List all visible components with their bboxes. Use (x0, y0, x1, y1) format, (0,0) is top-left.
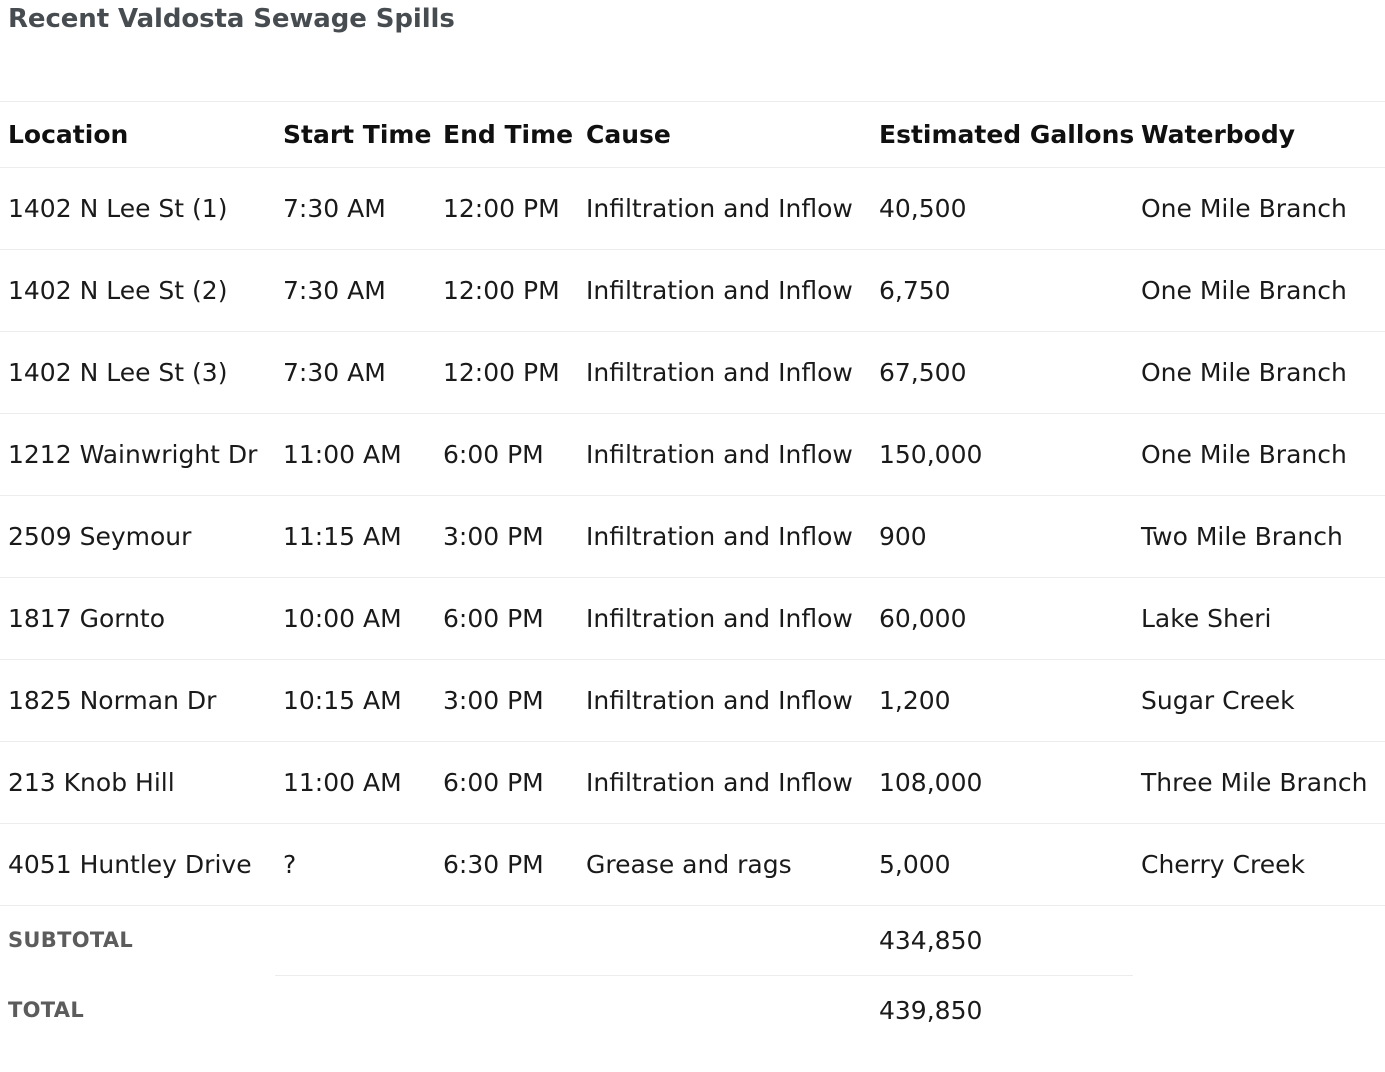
table-body: 1402 N Lee St (1) 7:30 AM 12:00 PM Infil… (0, 167, 1385, 1046)
subtotal-label: SUBTOTAL (8, 928, 134, 953)
subtotal-cause (578, 905, 871, 976)
cell-start-time: 7:30 AM (275, 331, 435, 414)
cell-cause: Infiltration and Inflow (578, 659, 871, 742)
table-row: 213 Knob Hill 11:00 AM 6:00 PM Infiltrat… (0, 741, 1385, 824)
cell-cause: Infiltration and Inflow (578, 167, 871, 250)
table-row: 1817 Gornto 10:00 AM 6:00 PM Infiltratio… (0, 577, 1385, 660)
table-header: Location Start Time End Time Cause Estim… (0, 101, 1385, 168)
cell-waterbody: One Mile Branch (1133, 249, 1385, 332)
cell-end-time: 6:30 PM (435, 823, 578, 906)
column-header-estimated-gallons[interactable]: Estimated Gallons (871, 101, 1134, 168)
cell-waterbody: One Mile Branch (1133, 413, 1385, 496)
cell-estimated-gallons: 40,500 (871, 167, 1133, 250)
cell-estimated-gallons: 6,750 (871, 249, 1133, 332)
column-header-location[interactable]: Location (0, 101, 275, 168)
cell-start-time: 11:00 AM (275, 741, 435, 824)
column-header-cause[interactable]: Cause (578, 101, 871, 168)
cell-end-time: 12:00 PM (435, 331, 578, 414)
cell-end-time: 12:00 PM (435, 249, 578, 332)
table-row: 2509 Seymour 11:15 AM 3:00 PM Infiltrati… (0, 495, 1385, 578)
subtotal-estimated-gallons: 434,850 (871, 905, 1133, 976)
cell-cause: Grease and rags (578, 823, 871, 906)
cell-waterbody: Two Mile Branch (1133, 495, 1385, 578)
cell-estimated-gallons: 5,000 (871, 823, 1133, 906)
column-header-end-time[interactable]: End Time (435, 101, 578, 168)
cell-waterbody: Lake Sheri (1133, 577, 1385, 660)
cell-start-time: 10:15 AM (275, 659, 435, 742)
cell-cause: Infiltration and Inflow (578, 249, 871, 332)
cell-start-time: ? (275, 823, 435, 906)
cell-waterbody: Three Mile Branch (1133, 741, 1385, 824)
total-waterbody (1133, 976, 1385, 1046)
cell-estimated-gallons: 900 (871, 495, 1133, 578)
cell-location: 1402 N Lee St (1) (0, 167, 275, 250)
table-row: 1402 N Lee St (1) 7:30 AM 12:00 PM Infil… (0, 167, 1385, 250)
cell-end-time: 3:00 PM (435, 659, 578, 742)
cell-end-time: 6:00 PM (435, 577, 578, 660)
cell-cause: Infiltration and Inflow (578, 331, 871, 414)
page-root: Recent Valdosta Sewage Spills Location S… (0, 0, 1385, 1072)
table-header-row: Location Start Time End Time Cause Estim… (0, 101, 1385, 168)
cell-estimated-gallons: 150,000 (871, 413, 1133, 496)
cell-waterbody: One Mile Branch (1133, 331, 1385, 414)
cell-waterbody: Sugar Creek (1133, 659, 1385, 742)
subtotal-row: SUBTOTAL 434,850 (0, 905, 1385, 976)
cell-location: 1817 Gornto (0, 577, 275, 660)
cell-location: 1402 N Lee St (3) (0, 331, 275, 414)
cell-cause: Infiltration and Inflow (578, 495, 871, 578)
cell-end-time: 6:00 PM (435, 741, 578, 824)
column-header-waterbody[interactable]: Waterbody (1133, 101, 1385, 168)
page-title: Recent Valdosta Sewage Spills (8, 4, 455, 34)
subtotal-end-time (435, 905, 578, 976)
cell-end-time: 3:00 PM (435, 495, 578, 578)
cell-location: 1212 Wainwright Dr (0, 413, 275, 496)
subtotal-waterbody (1133, 906, 1385, 976)
cell-start-time: 7:30 AM (275, 167, 435, 250)
cell-waterbody: One Mile Branch (1133, 167, 1385, 250)
total-start-time (275, 975, 435, 1045)
table-row: 1212 Wainwright Dr 11:00 AM 6:00 PM Infi… (0, 413, 1385, 496)
cell-cause: Infiltration and Inflow (578, 577, 871, 660)
total-row: TOTAL 439,850 (0, 975, 1385, 1046)
sewage-spills-table: Location Start Time End Time Cause Estim… (0, 101, 1385, 1045)
total-end-time (435, 975, 578, 1045)
column-header-start-time[interactable]: Start Time (275, 101, 435, 168)
cell-estimated-gallons: 67,500 (871, 331, 1133, 414)
table-row: 1402 N Lee St (2) 7:30 AM 12:00 PM Infil… (0, 249, 1385, 332)
cell-start-time: 10:00 AM (275, 577, 435, 660)
cell-location: 1825 Norman Dr (0, 659, 275, 742)
cell-start-time: 11:00 AM (275, 413, 435, 496)
cell-location: 4051 Huntley Drive (0, 823, 275, 906)
cell-start-time: 11:15 AM (275, 495, 435, 578)
total-estimated-gallons: 439,850 (871, 975, 1133, 1045)
cell-estimated-gallons: 108,000 (871, 741, 1133, 824)
cell-waterbody: Cherry Creek (1133, 823, 1385, 906)
cell-location: 1402 N Lee St (2) (0, 249, 275, 332)
table-row: 4051 Huntley Drive ? 6:30 PM Grease and … (0, 823, 1385, 906)
subtotal-start-time (275, 905, 435, 976)
cell-cause: Infiltration and Inflow (578, 413, 871, 496)
cell-cause: Infiltration and Inflow (578, 741, 871, 824)
cell-location: 2509 Seymour (0, 495, 275, 578)
cell-end-time: 12:00 PM (435, 167, 578, 250)
cell-estimated-gallons: 60,000 (871, 577, 1133, 660)
table-row: 1402 N Lee St (3) 7:30 AM 12:00 PM Infil… (0, 331, 1385, 414)
total-label: TOTAL (8, 997, 85, 1022)
cell-estimated-gallons: 1,200 (871, 659, 1133, 742)
cell-end-time: 6:00 PM (435, 413, 578, 496)
cell-location: 213 Knob Hill (0, 741, 275, 824)
total-cause (578, 975, 871, 1045)
table-row: 1825 Norman Dr 10:15 AM 3:00 PM Infiltra… (0, 659, 1385, 742)
cell-start-time: 7:30 AM (275, 249, 435, 332)
